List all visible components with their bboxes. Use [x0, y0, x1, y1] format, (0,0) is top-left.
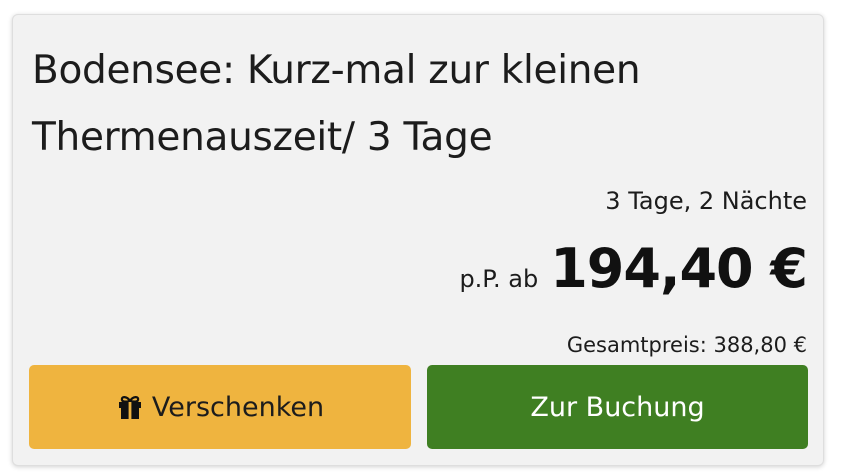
book-button-label: Zur Buchung	[530, 391, 705, 423]
price-prefix: p.P. ab	[459, 265, 539, 293]
gift-button[interactable]: Verschenken	[29, 365, 411, 449]
offer-title: Bodensee: Kurz-mal zur kleinen Thermenau…	[32, 48, 641, 160]
offer-card: Bodensee: Kurz-mal zur kleinen Thermenau…	[12, 14, 824, 466]
offer-duration: 3 Tage, 2 Nächte	[605, 187, 807, 215]
book-button[interactable]: Zur Buchung	[427, 365, 808, 449]
price-row: p.P. ab 194,40 €	[459, 237, 808, 307]
total-price: Gesamtpreis: 388,80 €	[566, 333, 807, 357]
price-value: 194,40 €	[550, 237, 808, 300]
gift-button-label: Verschenken	[151, 391, 325, 423]
gift-icon	[116, 393, 144, 421]
